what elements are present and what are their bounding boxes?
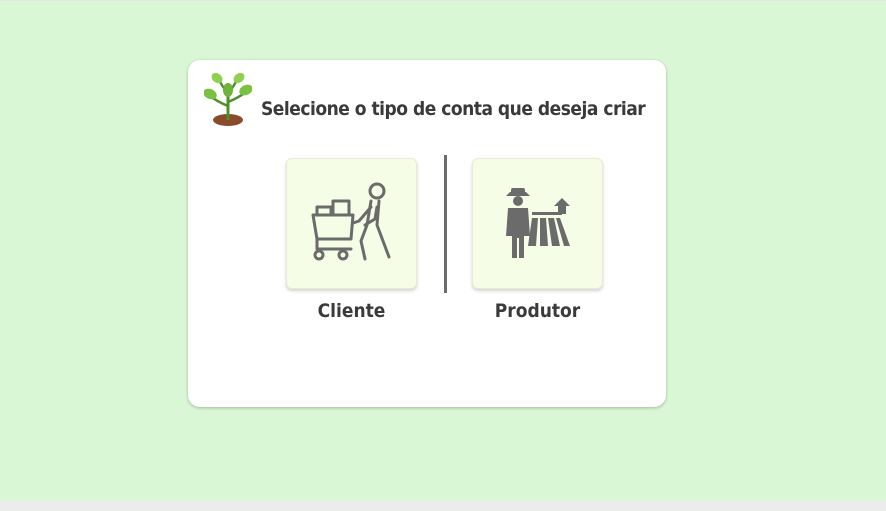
producer-label: Produtor bbox=[494, 300, 581, 322]
client-label: Cliente bbox=[317, 300, 386, 322]
account-type-card: Selecione o tipo de conta que deseja cri… bbox=[188, 60, 666, 407]
page-background: Selecione o tipo de conta que deseja cri… bbox=[0, 0, 886, 501]
farmer-icon bbox=[505, 187, 570, 258]
shopping-cart-person-icon bbox=[311, 182, 390, 260]
page-title: Selecione o tipo de conta que deseja cri… bbox=[261, 98, 646, 120]
client-option[interactable]: Cliente bbox=[286, 158, 417, 322]
options-divider bbox=[444, 155, 447, 293]
producer-tile[interactable] bbox=[472, 158, 603, 289]
sprout-logo-icon bbox=[204, 72, 252, 126]
producer-option[interactable]: Produtor bbox=[472, 158, 603, 322]
client-tile[interactable] bbox=[286, 158, 417, 289]
